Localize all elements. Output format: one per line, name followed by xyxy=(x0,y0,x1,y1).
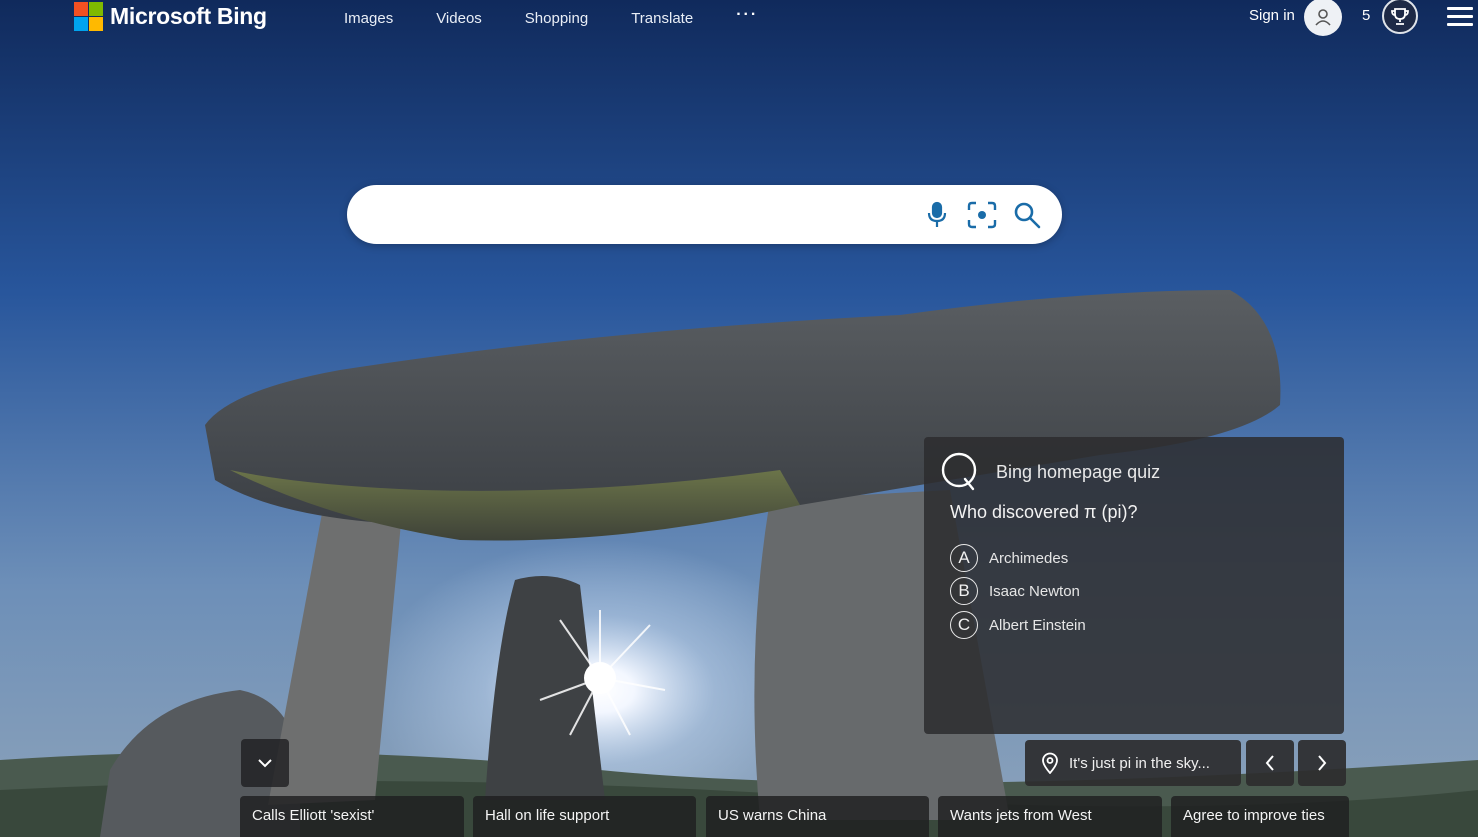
image-info-button[interactable]: It's just pi in the sky... xyxy=(1025,740,1241,786)
trophy-icon[interactable] xyxy=(1382,0,1418,34)
microsoft-logo-icon xyxy=(74,2,103,31)
nav-translate[interactable]: Translate xyxy=(631,10,693,27)
news-headline[interactable]: Agree to improve ties xyxy=(1171,796,1349,837)
top-nav: Images Videos Shopping Translate ··· xyxy=(344,6,801,27)
option-text: Archimedes xyxy=(989,549,1069,567)
quiz-title: Bing homepage quiz xyxy=(996,462,1161,482)
nav-shopping[interactable]: Shopping xyxy=(525,10,588,27)
user-icon[interactable] xyxy=(1304,0,1342,36)
next-image-button[interactable] xyxy=(1298,740,1346,786)
nav-more-button[interactable]: ··· xyxy=(736,6,758,27)
image-caption: It's just pi in the sky... xyxy=(1069,754,1210,772)
search-box xyxy=(347,185,1062,244)
chevron-down-icon xyxy=(258,759,272,768)
top-bar: Microsoft Bing Images Videos Shopping Tr… xyxy=(0,0,1478,36)
chevron-right-icon xyxy=(1318,755,1327,771)
previous-image-button[interactable] xyxy=(1246,740,1294,786)
logo-text: Microsoft Bing xyxy=(110,3,267,29)
location-pin-icon xyxy=(1042,752,1058,774)
quiz-card[interactable]: Bing homepage quiz Who discovered π (pi)… xyxy=(924,437,1344,734)
option-letter: B xyxy=(950,577,978,605)
news-headline[interactable]: US warns China xyxy=(706,796,929,837)
quiz-icon xyxy=(941,452,977,491)
bing-logo[interactable]: Microsoft Bing xyxy=(74,2,267,31)
search-input[interactable] xyxy=(373,197,917,233)
quiz-question: Who discovered π (pi)? xyxy=(950,502,1138,522)
option-text: Albert Einstein xyxy=(989,616,1086,634)
collapse-button[interactable] xyxy=(241,739,289,787)
nav-images[interactable]: Images xyxy=(344,10,393,27)
hamburger-icon[interactable] xyxy=(1447,7,1473,27)
microphone-icon[interactable] xyxy=(921,199,953,231)
search-icon[interactable] xyxy=(1011,199,1043,231)
chevron-left-icon xyxy=(1265,755,1274,771)
nav-videos[interactable]: Videos xyxy=(436,10,482,27)
option-letter: C xyxy=(950,611,978,639)
news-headline[interactable]: Hall on life support xyxy=(473,796,696,837)
option-text: Isaac Newton xyxy=(989,582,1080,600)
quiz-option-b[interactable]: B Isaac Newton xyxy=(950,577,1080,605)
quiz-option-a[interactable]: A Archimedes xyxy=(950,544,1068,572)
option-letter: A xyxy=(950,544,978,572)
news-headline[interactable]: Wants jets from West xyxy=(938,796,1162,837)
sign-in-link[interactable]: Sign in xyxy=(1249,7,1295,24)
quiz-option-c[interactable]: C Albert Einstein xyxy=(950,611,1086,639)
news-headline[interactable]: Calls Elliott 'sexist' xyxy=(240,796,464,837)
camera-search-icon[interactable] xyxy=(966,199,998,231)
rewards-points[interactable]: 5 xyxy=(1362,7,1370,24)
